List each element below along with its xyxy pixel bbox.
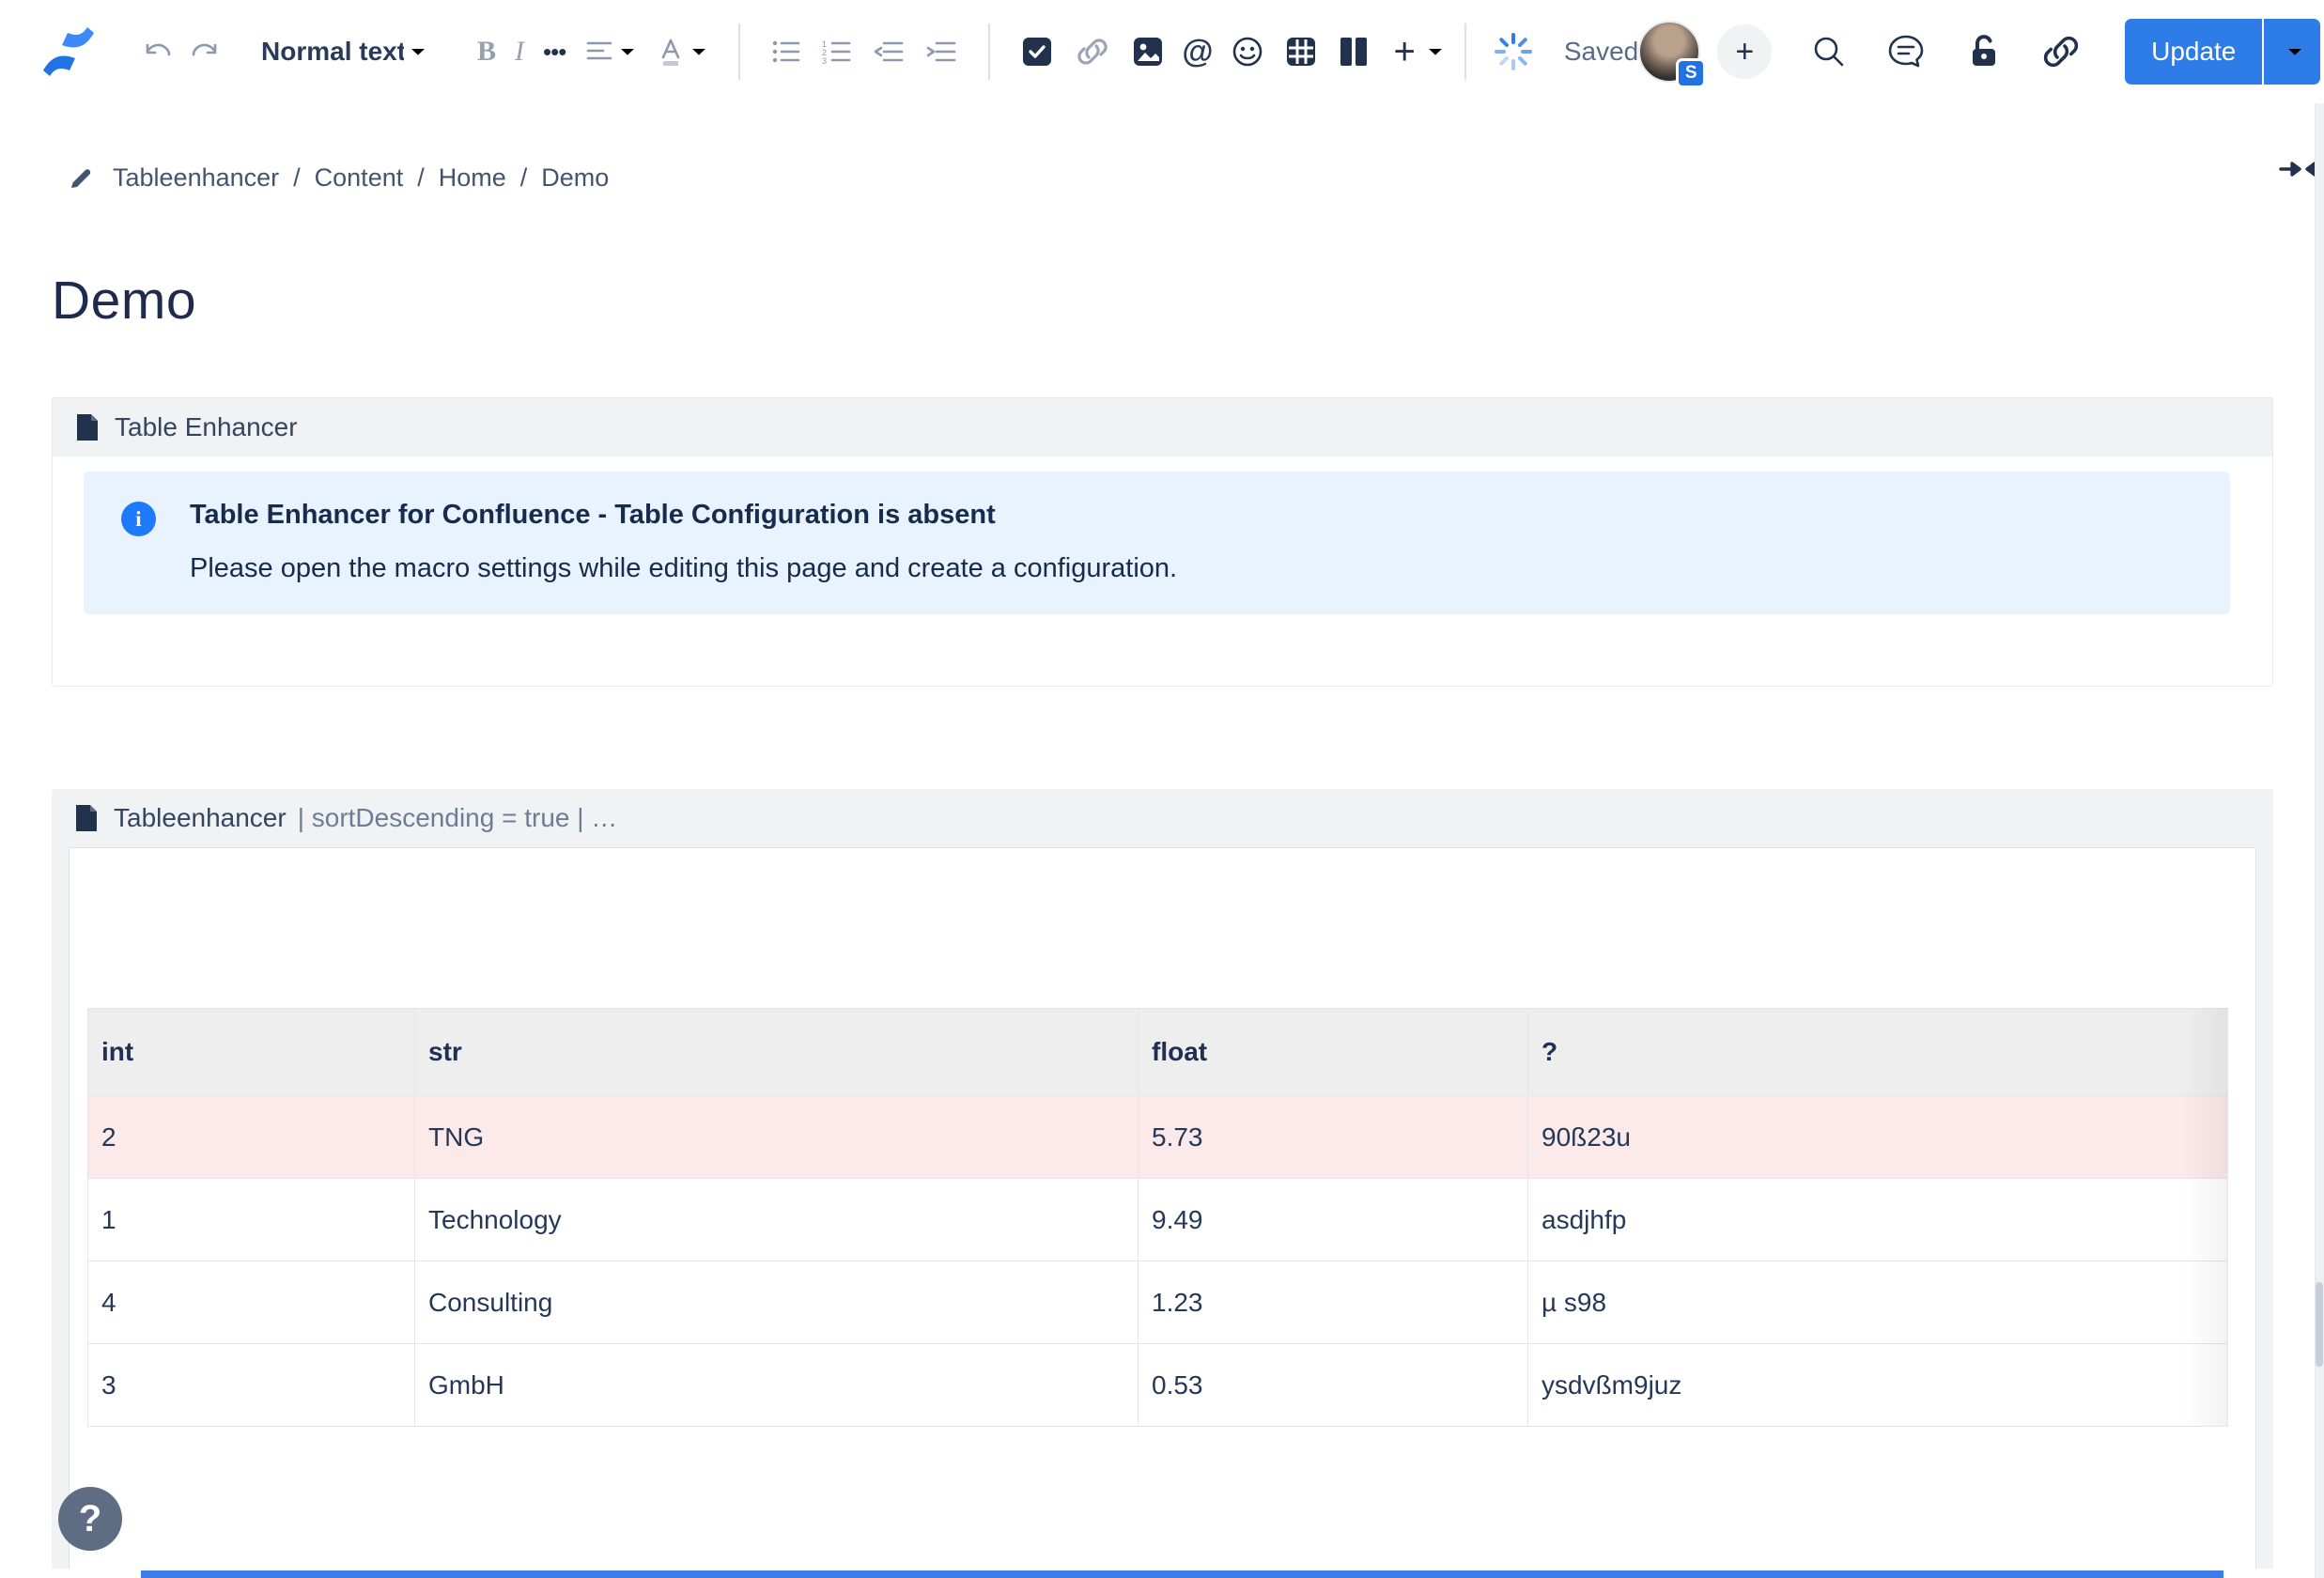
page-scrollbar[interactable] <box>2315 103 2324 1578</box>
document-icon <box>74 803 99 833</box>
toolbar-divider <box>1464 23 1466 80</box>
breadcrumb-link-home[interactable]: Home <box>439 163 506 192</box>
text-align-dropdown[interactable] <box>585 39 636 64</box>
task-checkbox-icon[interactable] <box>1021 36 1053 68</box>
page-title[interactable]: Demo <box>52 270 2273 332</box>
macro-table-enhancer: Table Enhancer i Table Enhancer for Conf… <box>52 397 2273 687</box>
macro-name: Table Enhancer <box>115 412 298 442</box>
table-row: 3GmbH0.53ysdvßm9juz <box>88 1344 2228 1427</box>
info-icon: i <box>121 502 156 536</box>
table-cell: 1 <box>88 1179 415 1261</box>
macro-preview-area: intstrfloat?2TNG5.7390ß23u1Technology9.4… <box>69 847 2256 1569</box>
undo-icon[interactable] <box>143 38 178 66</box>
table-row: 1Technology9.49asdjhfp <box>88 1179 2228 1261</box>
save-status: Saved <box>1564 37 1638 67</box>
enhanced-table: intstrfloat?2TNG5.7390ß23u1Technology9.4… <box>87 1008 2228 1427</box>
table-cell: 5.73 <box>1139 1096 1528 1179</box>
info-panel: i Table Enhancer for Confluence - Table … <box>84 472 2230 614</box>
update-dropdown-button[interactable] <box>2262 19 2320 85</box>
breadcrumb-link-tableenhancer[interactable]: Tableenhancer <box>113 163 279 192</box>
table-row: 2TNG5.7390ß23u <box>88 1096 2228 1179</box>
table-cell: 2 <box>88 1096 415 1179</box>
scrollbar-thumb[interactable] <box>2316 1282 2323 1367</box>
bullet-list-icon[interactable] <box>771 39 801 64</box>
confluence-logo-icon[interactable] <box>38 22 100 82</box>
insert-link-icon[interactable] <box>1074 36 1111 68</box>
table-cell: asdjhfp <box>1528 1179 2228 1261</box>
search-icon[interactable] <box>1811 34 1847 70</box>
table-cell: Technology <box>415 1179 1139 1261</box>
table-cell: 3 <box>88 1344 415 1427</box>
table-row: 4Consulting1.23µ s98 <box>88 1261 2228 1344</box>
table-cell: ysdvßm9juz <box>1528 1344 2228 1427</box>
text-style-dropdown[interactable]: Normal text <box>261 37 426 67</box>
table-cell: 1.23 <box>1139 1261 1528 1344</box>
breadcrumb-separator: / <box>520 163 528 192</box>
table-header-cell: float <box>1139 1009 1528 1096</box>
macro-params: | sortDescending = true | … <box>298 803 618 833</box>
table-header-row: intstrfloat? <box>88 1009 2228 1096</box>
update-button[interactable]: Update <box>2125 19 2262 85</box>
emoji-icon[interactable] <box>1231 35 1264 69</box>
more-formatting-button[interactable]: ••• <box>543 38 566 67</box>
edit-pencil-icon <box>68 165 94 192</box>
breadcrumb-separator: / <box>293 163 301 192</box>
info-body: Please open the macro settings while edi… <box>190 553 1177 584</box>
comment-icon[interactable] <box>1886 33 1926 70</box>
macro-tableenhancer: Tableenhancer | sortDescending = true | … <box>52 789 2273 1569</box>
table-cell: 0.53 <box>1139 1344 1528 1427</box>
avatar[interactable]: S <box>1638 21 1700 83</box>
table-cell: GmbH <box>415 1344 1139 1427</box>
add-collaborator-button[interactable]: + <box>1717 24 1772 79</box>
table-cell: 4 <box>88 1261 415 1344</box>
insert-table-icon[interactable] <box>1285 36 1317 68</box>
table-header-cell: str <box>415 1009 1139 1096</box>
insert-dropdown-icon[interactable] <box>1427 47 1444 57</box>
table-header-cell: int <box>88 1009 415 1096</box>
mention-icon[interactable]: @ <box>1182 34 1213 70</box>
bold-button[interactable]: B <box>477 36 496 68</box>
svg-text:3: 3 <box>822 56 827 64</box>
toolbar-divider <box>738 23 740 80</box>
macro-table-enhancer-header[interactable]: Table Enhancer <box>53 398 2272 456</box>
document-icon <box>75 412 100 442</box>
outdent-icon[interactable] <box>873 39 905 64</box>
breadcrumb-link-demo[interactable]: Demo <box>541 163 609 192</box>
selection-highlight-bar <box>141 1570 2223 1578</box>
table-cell: TNG <box>415 1096 1139 1179</box>
avatar-status-badge: S <box>1676 58 1706 88</box>
help-button[interactable]: ? <box>58 1487 122 1551</box>
unlock-icon[interactable] <box>1965 33 2001 70</box>
editor-toolbar: Normal text B I ••• 123 <box>0 0 2324 103</box>
saving-spinner-icon <box>1493 31 1534 72</box>
redo-icon[interactable] <box>184 38 220 66</box>
text-style-label: Normal text <box>261 37 404 67</box>
breadcrumb: Tableenhancer / Content / Home / Demo <box>68 163 2324 193</box>
macro-body: i Table Enhancer for Confluence - Table … <box>53 456 2272 686</box>
numbered-list-icon[interactable]: 123 <box>822 39 852 64</box>
insert-image-icon[interactable] <box>1132 36 1164 68</box>
text-color-dropdown[interactable] <box>657 37 707 67</box>
toolbar-divider <box>988 23 990 80</box>
macro-name: Tableenhancer <box>114 803 287 833</box>
italic-button[interactable]: I <box>515 36 524 68</box>
table-cell: Consulting <box>415 1261 1139 1344</box>
table-cell: 9.49 <box>1139 1179 1528 1261</box>
info-title: Table Enhancer for Confluence - Table Co… <box>190 500 1177 531</box>
insert-plus-button[interactable]: + <box>1393 31 1415 73</box>
copy-link-icon[interactable] <box>2040 33 2082 70</box>
breadcrumb-links: Tableenhancer / Content / Home / Demo <box>113 163 609 193</box>
table-cell: 90ß23u <box>1528 1096 2228 1179</box>
breadcrumb-link-content[interactable]: Content <box>315 163 404 192</box>
table-header-cell: ? <box>1528 1009 2228 1096</box>
indent-icon[interactable] <box>925 39 957 64</box>
table-cell: µ s98 <box>1528 1261 2228 1344</box>
layout-columns-icon[interactable] <box>1338 36 1370 68</box>
macro-tableenhancer-header[interactable]: Tableenhancer | sortDescending = true | … <box>69 789 2256 847</box>
breadcrumb-separator: / <box>417 163 425 192</box>
